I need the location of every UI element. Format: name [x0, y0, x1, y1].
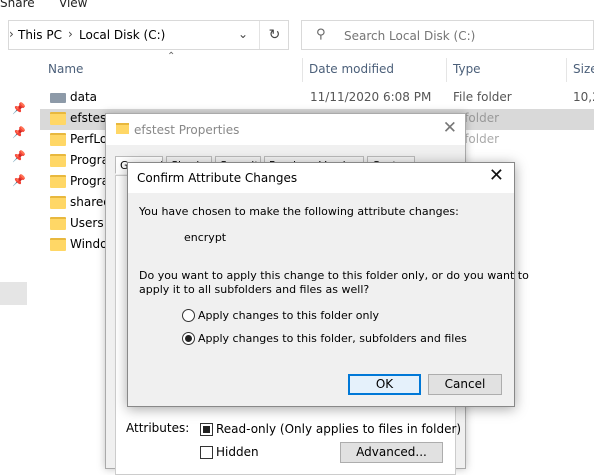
pin-icon: 📌	[12, 174, 26, 187]
column-name[interactable]: Name	[48, 62, 83, 76]
address-bar[interactable]: › This PC › Local Disk (C:) ⌄	[8, 20, 289, 50]
folder-icon	[50, 175, 66, 188]
file-row[interactable]: data 11/11/2020 6:08 PM File folder 10,2	[40, 88, 594, 109]
sort-ascending-icon: ⌃	[167, 51, 176, 62]
breadcrumb-this-pc[interactable]: This PC	[18, 28, 62, 42]
column-divider[interactable]	[446, 58, 447, 82]
refresh-icon[interactable]: ↻	[259, 21, 289, 49]
file-name: data	[70, 90, 98, 104]
readonly-label: Read-only (Only applies to files in fold…	[216, 422, 462, 436]
file-name: Progra	[70, 153, 109, 167]
option-all-label[interactable]: Apply changes to this folder, subfolders…	[198, 332, 467, 345]
advanced-button[interactable]: Advanced...	[340, 442, 443, 463]
drive-icon	[50, 93, 66, 103]
folder-icon	[50, 238, 66, 251]
confirm-title-bar[interactable]: Confirm Attribute Changes ✕	[128, 163, 514, 193]
column-divider[interactable]	[302, 58, 303, 82]
ribbon-tab-view[interactable]: View	[59, 0, 87, 10]
file-name: Users	[70, 216, 104, 230]
properties-title: efstest Properties	[134, 123, 240, 137]
folder-icon	[50, 154, 66, 167]
folder-icon	[50, 217, 66, 230]
navigation-pane: 📌 📌 📌 📌	[0, 60, 40, 469]
ribbon-tabs: Share View	[0, 0, 594, 12]
close-icon[interactable]: ✕	[489, 165, 504, 186]
pin-icon: 📌	[12, 150, 26, 163]
cancel-button[interactable]: Cancel	[428, 374, 502, 395]
breadcrumb-local-disk[interactable]: Local Disk (C:)	[79, 28, 165, 42]
ribbon-tab-share[interactable]: Share	[0, 0, 35, 10]
properties-title-bar[interactable]: efstest Properties ✕	[106, 114, 465, 145]
close-icon[interactable]: ✕	[443, 118, 457, 138]
file-name: Progra	[70, 174, 109, 188]
breadcrumb-separator: ›	[68, 27, 73, 41]
breadcrumb-separator: ›	[9, 27, 14, 41]
readonly-checkbox[interactable]	[200, 423, 213, 436]
navigation-selected-item[interactable]	[0, 282, 27, 305]
search-box[interactable]: ⚲	[301, 20, 594, 50]
file-date: 11/11/2020 6:08 PM	[310, 90, 432, 104]
folder-icon	[50, 196, 66, 209]
intro-text: You have chosen to make the following at…	[139, 205, 459, 218]
radio-folder-only[interactable]	[182, 309, 195, 322]
confirm-title: Confirm Attribute Changes	[137, 171, 298, 185]
folder-icon	[50, 133, 66, 146]
column-size[interactable]: Size	[573, 62, 594, 76]
search-input[interactable]	[342, 28, 586, 44]
column-type[interactable]: Type	[453, 62, 481, 76]
attributes-label: Attributes:	[126, 421, 190, 435]
change-text: encrypt	[184, 231, 227, 244]
ok-button[interactable]: OK	[348, 374, 421, 395]
file-name: Windo	[70, 237, 108, 251]
chevron-down-icon[interactable]: ⌄	[238, 27, 248, 41]
file-type: File folder	[453, 90, 512, 104]
pin-icon: 📌	[12, 126, 26, 139]
option-folder-only-label[interactable]: Apply changes to this folder only	[198, 309, 379, 322]
file-size: 10,2	[573, 90, 594, 104]
radio-folder-subfolders-files[interactable]	[182, 332, 195, 345]
pin-icon: 📌	[12, 102, 26, 115]
hidden-checkbox[interactable]	[200, 446, 213, 459]
question-line-1: Do you want to apply this change to this…	[139, 269, 529, 282]
search-icon: ⚲	[316, 27, 326, 42]
column-divider[interactable]	[566, 58, 567, 82]
folder-icon	[50, 112, 66, 125]
question-line-2: apply it to all subfolders and files as …	[139, 283, 370, 296]
file-name: PerfLo	[70, 132, 108, 146]
folder-icon	[116, 123, 129, 134]
confirm-attribute-changes-dialog: Confirm Attribute Changes ✕ You have cho…	[127, 162, 529, 407]
hidden-label: Hidden	[216, 445, 259, 459]
column-date-modified[interactable]: Date modified	[309, 62, 394, 76]
